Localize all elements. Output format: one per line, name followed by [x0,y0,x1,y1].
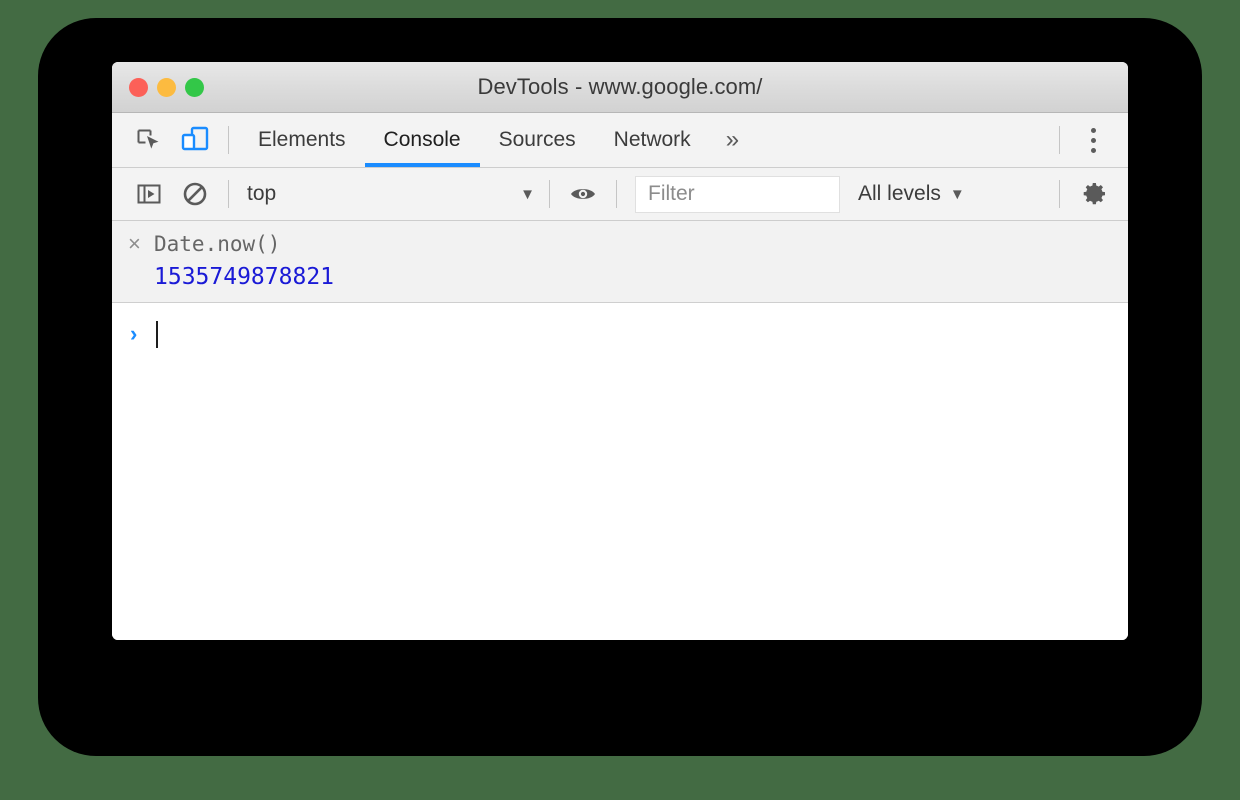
execution-context-select[interactable]: top ▼ [239,182,539,206]
log-levels-value: All levels [858,182,941,205]
main-tab-bar: Elements Console Sources Network » [112,113,1128,168]
toolbar-divider [228,126,229,154]
title-bar: DevTools - www.google.com/ [112,62,1128,113]
chevron-down-icon: ▼ [949,185,965,203]
filter-placeholder: Filter [648,182,695,205]
tab-label: Sources [498,128,576,151]
toolbar-divider [1059,126,1060,154]
device-toolbar-icon [181,126,209,151]
chevron-down-icon: ▼ [520,185,535,203]
close-window-button[interactable] [129,77,148,97]
kebab-dot [1090,137,1096,143]
more-tabs-button[interactable]: » [710,113,755,167]
window-title: DevTools - www.google.com/ [477,74,763,99]
tab-label: Network [613,128,691,151]
toolbar-divider [616,180,617,208]
console-prompt[interactable]: › [112,303,1128,353]
clear-console-icon [183,182,207,206]
tab-sources[interactable]: Sources [480,113,595,167]
prompt-chevron-icon: › [130,321,138,346]
minimize-window-button[interactable] [157,77,176,97]
maximize-window-button[interactable] [185,77,204,97]
console-toolbar: top ▼ Filter All levels ▼ [112,168,1128,221]
kebab-dot [1090,147,1096,153]
clear-console-button[interactable] [172,181,218,207]
live-expression-button[interactable] [560,180,606,208]
settings-button[interactable] [1070,179,1116,209]
devtools-window: DevTools - www.google.com/ Elements Cons… [112,62,1128,640]
console-sidebar-toggle-button[interactable] [126,181,172,207]
tab-console[interactable]: Console [364,113,480,167]
console-input-expression: Date.now() [154,232,281,256]
tab-label: Console [383,128,461,151]
inspect-element-icon [137,129,159,149]
console-message-input-row: × Date.now() [112,230,1128,264]
log-levels-select[interactable]: All levels ▼ [858,182,965,206]
console-output: × Date.now() 1535749878821 › [112,221,1128,640]
console-result-value: 1535749878821 [154,264,335,290]
gear-icon [1083,183,1105,205]
inspect-element-button[interactable] [126,113,172,167]
tab-elements[interactable]: Elements [239,113,365,167]
filter-input[interactable]: Filter [635,175,840,213]
toolbar-divider [1059,180,1060,208]
kebab-dot [1090,127,1096,133]
main-menu-button[interactable] [1070,127,1116,153]
chevron-double-right-icon: » [725,126,740,153]
traffic-lights [129,62,204,112]
console-toolbar-right-controls [1049,179,1128,209]
close-icon[interactable]: × [128,233,154,255]
console-sidebar-icon [137,184,161,204]
tab-bar-right-controls [1049,113,1128,167]
tab-label: Elements [258,128,346,151]
toolbar-divider [228,180,229,208]
device-toolbar-button[interactable] [172,113,218,167]
execution-context-value: top [247,182,277,205]
console-message: × Date.now() 1535749878821 [112,221,1128,303]
eye-icon [571,189,595,199]
console-prompt-input[interactable] [158,315,1128,353]
toolbar-divider [549,180,550,208]
tab-network[interactable]: Network [595,113,710,167]
